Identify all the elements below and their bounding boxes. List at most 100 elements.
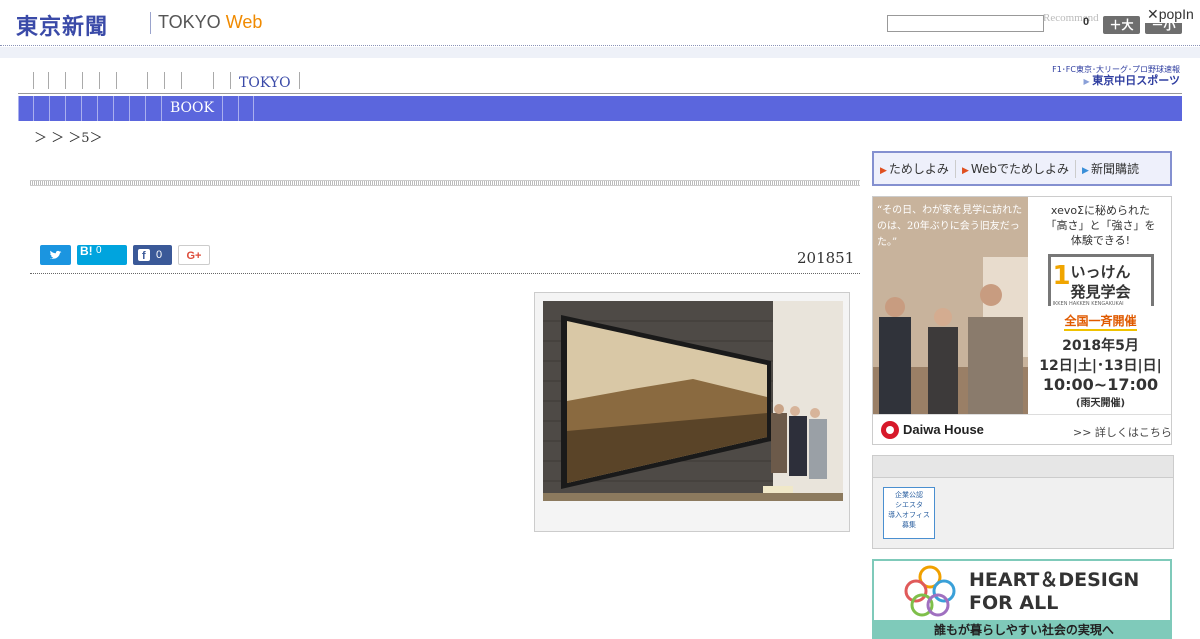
daiwa-logo-icon — [881, 421, 899, 439]
site-logo[interactable]: 東京新聞 — [16, 9, 108, 41]
ikken-house-logo: 1 いっけん 発見学会 IKKEN HAKKEN KENGAKUKAI — [1047, 254, 1154, 307]
ad-photo: “その日、わが家を見学に訪れたのは、20年ぶりに会う旧友だった。” — [873, 197, 1028, 414]
ad-headline-1: xevoΣに秘められた — [1050, 204, 1151, 217]
search-input[interactable] — [887, 15, 1044, 32]
badge-line-1: 企業公認 — [895, 491, 923, 499]
banner-title-2: FOR ALL — [969, 592, 1059, 614]
nav2-item[interactable] — [81, 96, 97, 121]
subscription-tabs: ▶ ためしよみ ▶ Webでためしよみ ▶ 新聞購読 — [872, 151, 1172, 186]
nav-item-label — [83, 75, 99, 91]
article-photo[interactable] — [543, 301, 843, 501]
nav-item-label — [49, 75, 65, 91]
nav2-item-label — [223, 100, 239, 116]
banner-title: HEART＆DESIGN FOR ALL — [969, 569, 1139, 615]
nav-item[interactable] — [33, 72, 48, 89]
breadcrumb[interactable]: ＞ ＞ ＞5＞ — [34, 127, 103, 146]
siesta-badge[interactable]: 企業公認 シエスタ 導入オフィス 募集 — [883, 487, 935, 539]
article-date: 201851 — [797, 249, 855, 267]
tab-subscribe[interactable]: ▶ 新聞購読 — [1076, 160, 1145, 178]
ad-more-link[interactable]: >> 詳しくはこちら — [1073, 424, 1171, 440]
nav2-item-label: BOOK — [170, 100, 214, 116]
top-bar: 東京新聞 TOKYO Web Recommend 0 ＋大 －小 ✕popIn — [0, 0, 1200, 46]
nav2-item-label — [130, 100, 146, 116]
chunichi-logo: 東京中日スポーツ — [1092, 74, 1180, 87]
nav-item[interactable] — [99, 72, 116, 89]
font-size-large-button[interactable]: ＋大 — [1103, 16, 1140, 34]
banner-header — [873, 456, 1173, 478]
nav2-item[interactable] — [49, 96, 65, 121]
brand-name: Daiwa House — [903, 422, 984, 437]
nav2-item[interactable] — [237, 96, 255, 121]
primary-nav: TOKYO — [33, 72, 303, 91]
ikken-title-1: いっけん — [1070, 263, 1131, 281]
ad-year: 2018年5月 — [1062, 338, 1139, 354]
nav-item-label — [66, 75, 82, 91]
article-header-rule — [30, 180, 860, 186]
nav2-item-label — [34, 100, 50, 116]
nav2-item[interactable] — [221, 96, 239, 121]
nav-item[interactable] — [65, 72, 82, 89]
nav-item[interactable] — [48, 72, 65, 89]
nav2-item[interactable] — [113, 96, 129, 121]
tab-trial-read[interactable]: ▶ ためしよみ — [874, 159, 956, 178]
ikken-title-2: 発見学会 — [1070, 283, 1131, 301]
tab-web-trial-read[interactable]: ▶ Webでためしよみ — [956, 159, 1077, 178]
site-logo-en[interactable]: TOKYO Web — [158, 12, 262, 33]
ad-event: 全国一斉開催 — [1064, 312, 1137, 331]
nav2-item[interactable] — [129, 96, 145, 121]
article-rule — [30, 273, 860, 274]
nav-divider — [18, 93, 1182, 94]
nav-item[interactable] — [298, 72, 303, 89]
ad-rain-note: (雨天開催) — [1075, 398, 1126, 409]
nav2-item-label — [239, 100, 255, 116]
badge-line-3: 導入オフィス — [888, 511, 930, 519]
badge-line-4: 募集 — [902, 521, 916, 529]
nav-item[interactable] — [213, 72, 230, 89]
article-photo-frame — [534, 292, 850, 532]
nav2-item-label — [82, 100, 98, 116]
nav2-item[interactable] — [18, 96, 33, 121]
chevron-right-icon: ▶ — [1083, 77, 1093, 86]
nav2-item[interactable] — [33, 96, 49, 121]
facebook-icon: f — [138, 249, 150, 262]
nav2-item[interactable] — [145, 96, 161, 121]
recommend-count: 0 — [1083, 16, 1090, 28]
twitter-icon — [50, 250, 62, 259]
tab-label: ためしよみ — [888, 161, 949, 176]
google-plus-button[interactable]: G+ — [178, 245, 210, 265]
nav-item[interactable] — [116, 72, 147, 89]
nav2-item[interactable] — [65, 96, 81, 121]
banner-title-1: HEART＆DESIGN — [969, 569, 1140, 591]
nav-item-label — [182, 75, 198, 91]
recommend-label: Recommend — [1043, 12, 1099, 24]
tab-label: 新聞購読 — [1090, 161, 1139, 176]
nav2-item-label — [114, 100, 130, 116]
triangle-right-icon: ▶ — [961, 165, 969, 176]
facebook-share-button[interactable]: f 0 — [133, 245, 172, 265]
hatena-bookmark-button[interactable]: B! 0 — [77, 244, 127, 265]
daiwa-house-ad[interactable]: “その日、わが家を見学に訪れたのは、20年ぶりに会う旧友だった。” xevoΣに… — [872, 196, 1172, 445]
nav2-item-label — [146, 100, 162, 116]
popin-close-button[interactable]: ✕popIn — [1145, 6, 1196, 23]
nav2-item-label — [50, 100, 66, 116]
ad-hours: 10:00~17:00 — [1042, 375, 1159, 394]
heart-design-banner[interactable]: HEART＆DESIGN FOR ALL 誰もが暮らしやすい社会の実現へ — [872, 559, 1172, 639]
ad-days: 12日|土|･13日|日| — [1039, 358, 1162, 374]
nav2-item-book[interactable]: BOOK — [161, 96, 222, 121]
hatena-icon: B! — [80, 244, 93, 258]
tokyo-chunichi-sports-link[interactable]: F1･FC東京･大リーグ･プロ野球速報 ▶ 東京中日スポーツ — [1020, 64, 1180, 87]
triangle-right-icon: ▶ — [1082, 165, 1089, 176]
logo-en-text: TOKYO — [158, 12, 221, 32]
nav-item[interactable] — [82, 72, 99, 89]
ad-text-panel: xevoΣに秘められた 「高さ」と「強さ」を 体験できる! 1 いっけん 発見学… — [1028, 197, 1171, 414]
nav-item[interactable] — [181, 72, 213, 89]
nav-item-label — [148, 75, 164, 91]
nav-item-label — [165, 75, 181, 91]
nav-item[interactable] — [147, 72, 164, 89]
nav-item[interactable] — [164, 72, 181, 89]
ikken-number: 1 — [1052, 261, 1071, 291]
twitter-share-button[interactable] — [40, 245, 71, 265]
nav2-item[interactable] — [97, 96, 113, 121]
nav-item-tokyo[interactable]: TOKYO — [230, 72, 299, 91]
header-subbar — [0, 47, 1200, 58]
